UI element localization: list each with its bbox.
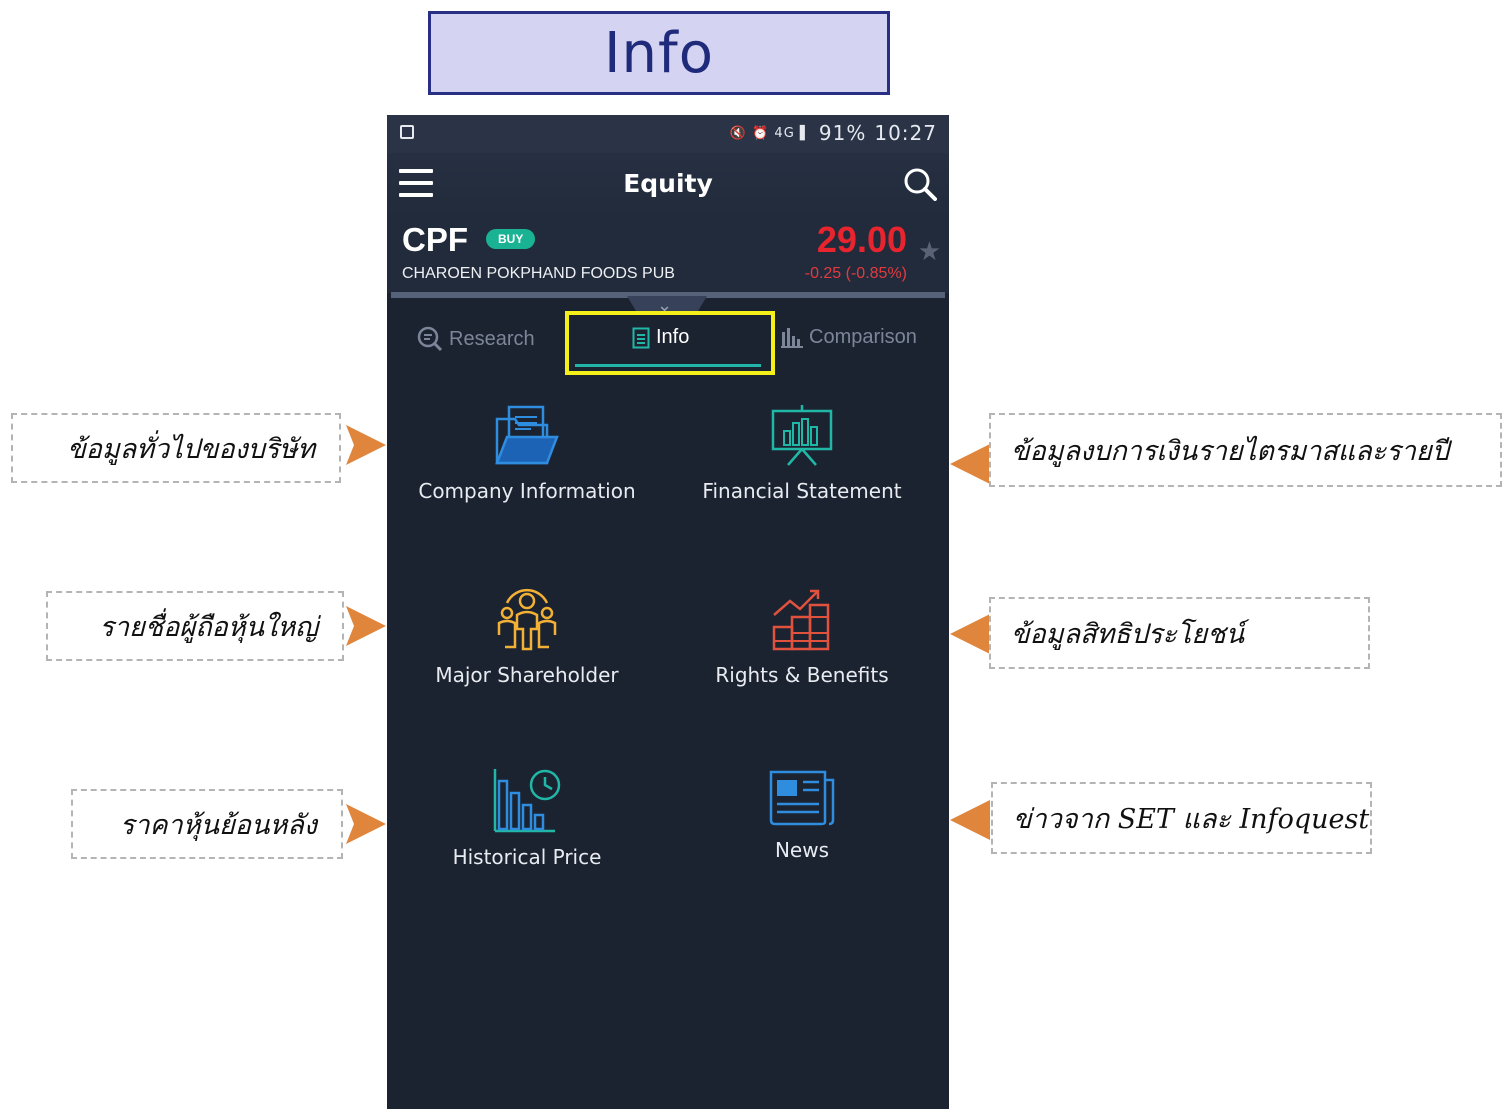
annotation-news: ข่าวจาก SET และ Infoquest: [991, 782, 1372, 854]
bar-chart-icon: [781, 327, 803, 348]
tab-label: Comparison: [809, 326, 917, 348]
tab-comparison[interactable]: Comparison: [781, 326, 917, 349]
page-title: Equity: [623, 169, 713, 198]
status-icons: 🔇 ⏰ 4G ▌: [729, 125, 811, 141]
arrow-right-icon: [346, 425, 386, 465]
annotation-rights: ข้อมูลสิทธิประโยชน์: [989, 597, 1370, 669]
arrow-left-icon: [950, 614, 990, 654]
financial-statement-tile[interactable]: Financial Statement: [682, 405, 922, 503]
news-tile[interactable]: News: [682, 770, 922, 862]
folder-icon: [495, 405, 559, 465]
annotation-historical: ราคาหุ้นย้อนหลัง: [71, 789, 343, 859]
major-shareholder-tile[interactable]: Major Shareholder: [407, 585, 647, 687]
annotation-text: ข่าวจาก SET และ Infoquest: [1013, 803, 1370, 835]
company-name: CHAROEN POKPHAND FOODS PUB: [402, 265, 675, 282]
tile-label: Major Shareholder: [435, 663, 619, 687]
tile-label: Company Information: [418, 479, 636, 503]
annotation-financial: ข้อมูลงบการเงินรายไตรมาสและรายปี: [989, 413, 1502, 487]
arrow-left-icon: [950, 800, 990, 840]
buy-badge[interactable]: BUY: [486, 229, 536, 249]
title-banner: Info: [428, 11, 890, 95]
battery-level: 91%: [818, 121, 867, 145]
gallery-icon: [400, 125, 414, 139]
stock-price: 29.00: [816, 219, 907, 260]
tile-label: News: [774, 838, 830, 862]
stock-ticker: CPF: [402, 221, 468, 258]
tab-label: Research: [449, 327, 535, 350]
favorite-star-icon[interactable]: ★: [918, 237, 941, 267]
annotation-text: ข้อมูลงบการเงินรายไตรมาสและรายปี: [1011, 435, 1449, 467]
growth-chart-icon: [772, 589, 830, 651]
history-chart-icon: [493, 769, 561, 833]
newspaper-icon: [769, 770, 835, 826]
search-icon: [417, 326, 443, 352]
tab-highlight-box: [565, 311, 775, 375]
price-change: -0.25 (-0.85%): [804, 265, 907, 282]
tab-research[interactable]: Research: [417, 326, 535, 352]
annotation-text: ราคาหุ้นย้อนหลัง: [119, 809, 317, 841]
search-icon[interactable]: [903, 167, 937, 205]
arrow-right-icon: [346, 804, 386, 844]
company-information-tile[interactable]: Company Information: [407, 405, 647, 503]
rights-benefits-tile[interactable]: Rights & Benefits: [682, 585, 922, 687]
status-bar: 🔇 ⏰ 4G ▌ 91% 10:27: [387, 115, 949, 153]
stock-summary: CPF BUY CHAROEN POKPHAND FOODS PUB 29.00…: [387, 217, 949, 293]
tile-label: Rights & Benefits: [715, 663, 889, 687]
arrow-right-icon: [346, 606, 386, 646]
phone-screen: 🔇 ⏰ 4G ▌ 91% 10:27 Equity CPF BUY CHAROE…: [387, 115, 949, 1109]
tile-label: Financial Statement: [702, 479, 902, 503]
tile-label: Historical Price: [452, 845, 602, 869]
people-group-icon: [497, 588, 557, 651]
clock: 10:27: [874, 121, 937, 145]
annotation-company-info: ข้อมูลทั่วไปของบริษัท: [11, 413, 341, 483]
historical-price-tile[interactable]: Historical Price: [407, 765, 647, 869]
tab-bar: Research Info Comparison: [387, 311, 949, 375]
annotation-shareholder: รายชื่อผู้ถือหุ้นใหญ่: [46, 591, 344, 661]
annotation-text: ข้อมูลทั่วไปของบริษัท: [67, 433, 315, 465]
presentation-chart-icon: [771, 405, 833, 466]
app-header: Equity: [387, 153, 949, 217]
banner-title: Info: [604, 20, 714, 86]
annotation-text: ข้อมูลสิทธิประโยชน์: [1011, 618, 1245, 650]
annotation-text: รายชื่อผู้ถือหุ้นใหญ่: [99, 611, 318, 643]
status-right: 🔇 ⏰ 4G ▌ 91% 10:27: [730, 121, 937, 145]
arrow-left-icon: [950, 444, 990, 484]
